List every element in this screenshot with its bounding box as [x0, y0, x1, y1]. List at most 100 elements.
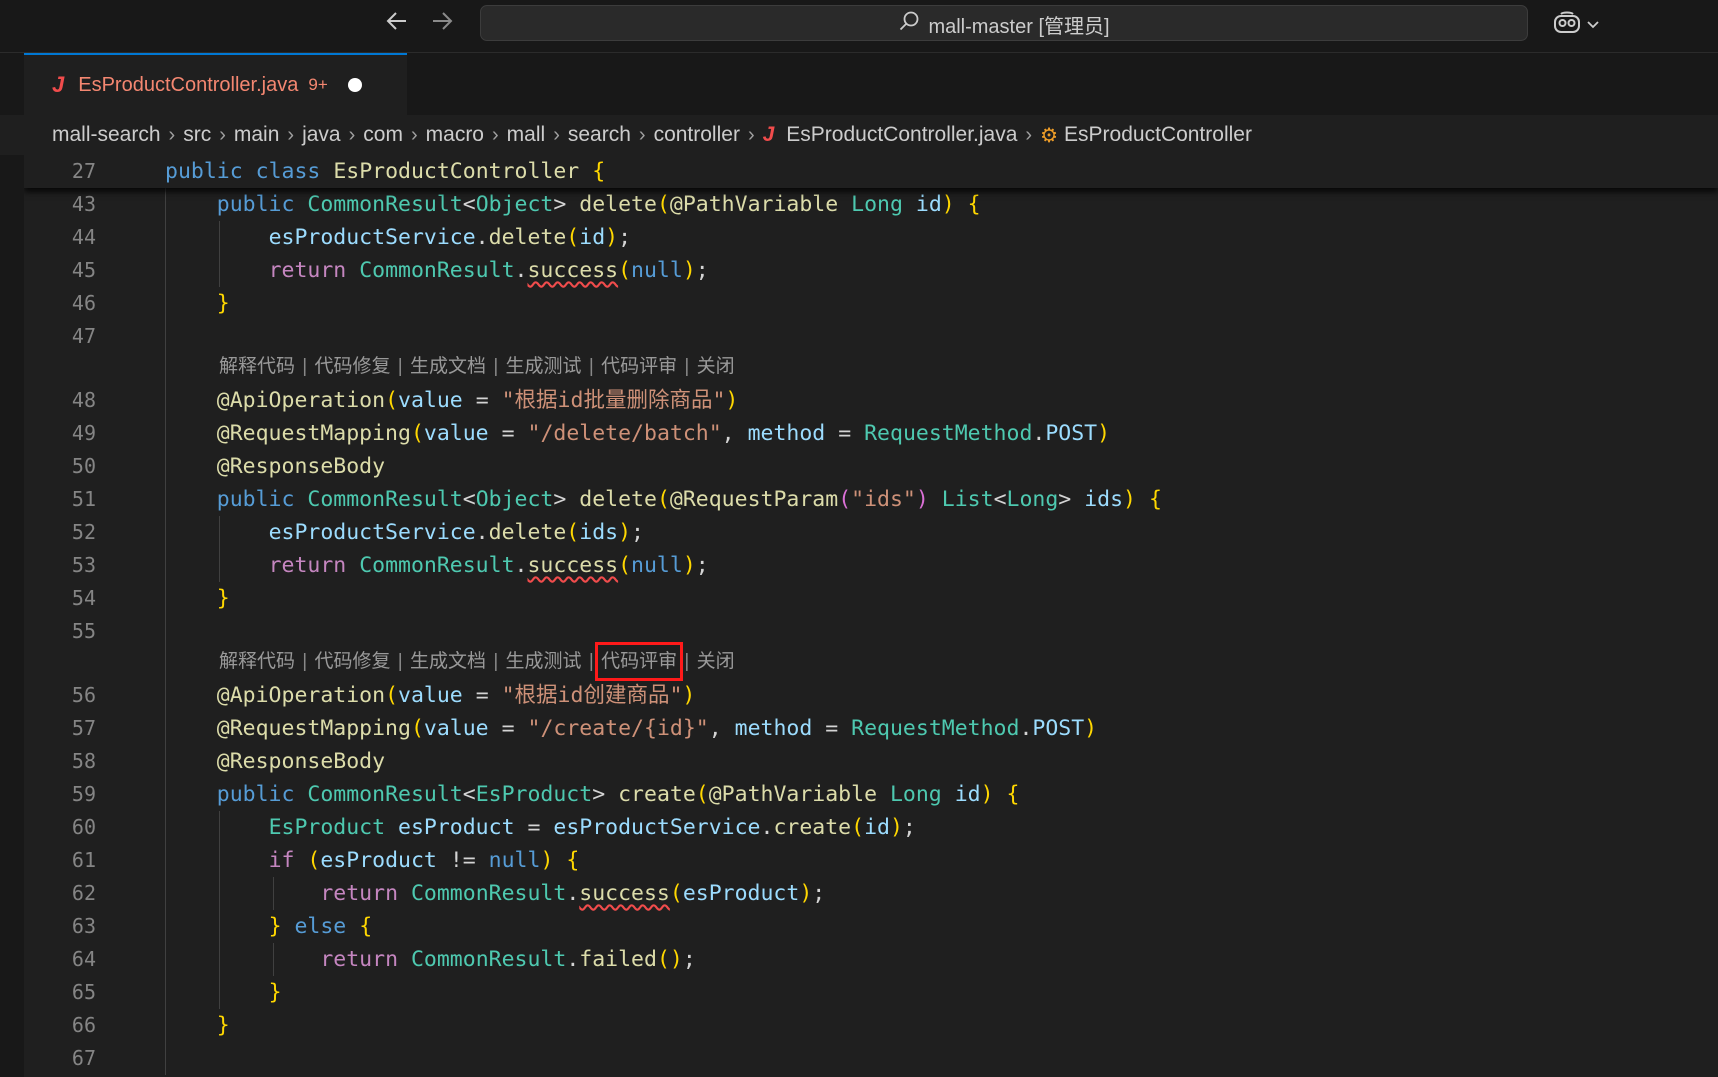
command-center-search[interactable]: mall-master [管理员]: [480, 5, 1528, 41]
breadcrumb-item[interactable]: java: [302, 123, 341, 147]
code-line[interactable]: 65 }: [24, 976, 1718, 1009]
codelens-action[interactable]: 生成文档: [410, 356, 486, 377]
editor-tabs: J EsProductController.java 9+: [0, 53, 1718, 115]
tab-filename: EsProductController.java: [78, 73, 299, 96]
line-number: 53: [71, 553, 96, 577]
java-file-icon: J: [762, 123, 775, 146]
codelens-separator: |: [488, 651, 504, 672]
code-line[interactable]: 50 @ResponseBody: [24, 450, 1718, 483]
code-text: } else {: [268, 914, 373, 939]
line-number: 65: [71, 980, 96, 1004]
code-line[interactable]: 58 @ResponseBody: [24, 745, 1718, 778]
code-line[interactable]: 61 if (esProduct != null) {: [24, 844, 1718, 877]
chevron-down-icon: [1586, 16, 1600, 34]
code-text: return CommonResult.success(null);: [268, 258, 709, 283]
codelens-action[interactable]: 生成测试: [506, 651, 582, 672]
chevron-right-icon: ›: [219, 123, 226, 146]
chevron-right-icon: ›: [168, 123, 176, 146]
code-line[interactable]: 53 return CommonResult.success(null);: [24, 549, 1718, 582]
chevron-right-icon: ›: [553, 123, 560, 146]
line-number: 60: [71, 815, 96, 839]
arrow-left-icon[interactable]: [380, 8, 414, 42]
line-number: 44: [71, 225, 96, 249]
breadcrumb-item[interactable]: src: [183, 123, 211, 147]
code-line[interactable]: 66 }: [24, 1009, 1718, 1042]
indent-guide: [219, 516, 220, 582]
line-number: 27: [71, 159, 96, 183]
code-line[interactable]: 47: [24, 320, 1718, 353]
code-line[interactable]: 52 esProductService.delete(ids);: [24, 516, 1718, 549]
code-line[interactable]: 45 return CommonResult.success(null);: [24, 254, 1718, 287]
line-number: 64: [71, 947, 96, 971]
code-line[interactable]: 46 }: [24, 287, 1718, 320]
breadcrumb-symbol[interactable]: EsProductController: [1064, 123, 1252, 147]
unsaved-dot-icon[interactable]: [347, 78, 362, 92]
breadcrumb-item[interactable]: mall-search: [52, 123, 161, 147]
breadcrumb-item[interactable]: controller: [654, 123, 740, 147]
sticky-scroll-line[interactable]: 27 public class EsProductController {: [24, 155, 1718, 188]
code-text: return CommonResult.success(esProduct);: [320, 881, 826, 906]
line-number: 56: [71, 683, 96, 707]
code-editor[interactable]: 27 public class EsProductController { 42…: [24, 155, 1718, 1077]
codelens-action[interactable]: 解释代码: [219, 651, 295, 672]
breadcrumb-item[interactable]: com: [363, 123, 403, 147]
codelens-action[interactable]: 代码修复: [315, 651, 391, 672]
line-number: 45: [71, 258, 96, 282]
code-line: public class EsProductController {: [165, 159, 606, 184]
indent-guide: [273, 943, 274, 976]
title-bar: mall-master [管理员]: [0, 0, 1718, 53]
code-line[interactable]: 56 @ApiOperation(value = "根据id创建商品"): [24, 679, 1718, 712]
code-text: @ApiOperation(value = "根据id批量删除商品"): [216, 388, 739, 413]
code-line[interactable]: 67: [24, 1042, 1718, 1075]
codelens-action[interactable]: 生成文档: [410, 651, 486, 672]
code-text: return CommonResult.success(null);: [268, 553, 709, 578]
line-number: 50: [71, 454, 96, 478]
code-line[interactable]: 49 @RequestMapping(value = "/delete/batc…: [24, 417, 1718, 450]
codelens-action[interactable]: 代码修复: [315, 356, 391, 377]
codelens-actions: 解释代码 | 代码修复 | 生成文档 | 生成测试 | 代码评审 | 关闭: [219, 650, 735, 674]
line-number: 49: [71, 421, 96, 445]
code-text: public CommonResult<EsProduct> create(@P…: [216, 782, 1020, 807]
arrow-right-icon[interactable]: [425, 8, 459, 42]
code-text: @ApiOperation(value = "根据id创建商品"): [216, 683, 696, 708]
code-line[interactable]: 62 return CommonResult.success(esProduct…: [24, 877, 1718, 910]
codelens-action[interactable]: 关闭: [697, 356, 735, 377]
code-line[interactable]: 63 } else {: [24, 910, 1718, 943]
codelens-action[interactable]: 关闭: [697, 651, 735, 672]
chevron-right-icon: ›: [287, 123, 295, 146]
codelens-action[interactable]: 生成测试: [506, 356, 582, 377]
breadcrumb-file[interactable]: EsProductController.java: [786, 123, 1017, 147]
codelens-separator: |: [488, 356, 504, 377]
breadcrumb-item[interactable]: mall: [507, 123, 546, 147]
breadcrumb-item[interactable]: search: [568, 123, 631, 147]
code-line[interactable]: 43 public CommonResult<Object> delete(@P…: [24, 188, 1718, 221]
code-line[interactable]: 57 @RequestMapping(value = "/create/{id}…: [24, 712, 1718, 745]
line-number: 63: [71, 914, 96, 938]
chevron-right-icon: ›: [1025, 123, 1033, 146]
codelens-action[interactable]: 解释代码: [219, 356, 295, 377]
line-number: 47: [71, 324, 96, 348]
code-line[interactable]: 60 EsProduct esProduct = esProductServic…: [24, 811, 1718, 844]
code-line[interactable]: 64 return CommonResult.failed();: [24, 943, 1718, 976]
code-line[interactable]: 59 public CommonResult<EsProduct> create…: [24, 778, 1718, 811]
code-line[interactable]: 48 @ApiOperation(value = "根据id批量删除商品"): [24, 384, 1718, 417]
activity-strip: [0, 155, 24, 1077]
breadcrumb-item[interactable]: macro: [426, 123, 484, 147]
code-text: esProductService.delete(id);: [268, 225, 632, 250]
code-text: return CommonResult.failed();: [320, 947, 696, 972]
line-number: 43: [71, 192, 96, 216]
indent-guide: [219, 221, 220, 287]
codelens-action[interactable]: 代码评审: [601, 356, 677, 377]
codelens-actions: 解释代码 | 代码修复 | 生成文档 | 生成测试 | 代码评审 | 关闭: [219, 355, 735, 379]
code-line[interactable]: 44 esProductService.delete(id);: [24, 221, 1718, 254]
code-text: @RequestMapping(value = "/create/{id}", …: [216, 716, 1098, 741]
codelens-action[interactable]: 代码评审: [601, 651, 677, 672]
line-number: 66: [71, 1013, 96, 1037]
code-line[interactable]: 51 public CommonResult<Object> delete(@R…: [24, 483, 1718, 516]
code-line[interactable]: 54 }: [24, 582, 1718, 615]
code-line[interactable]: 55: [24, 615, 1718, 648]
copilot-button[interactable]: [1552, 10, 1608, 40]
tab-esproductcontroller[interactable]: J EsProductController.java 9+: [24, 53, 407, 115]
breadcrumb-item[interactable]: main: [234, 123, 280, 147]
code-text: }: [216, 291, 230, 316]
